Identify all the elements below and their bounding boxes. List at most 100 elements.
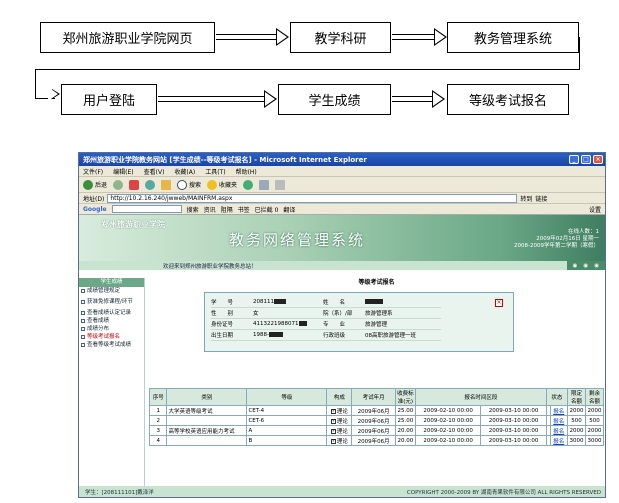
google-translate-button[interactable]: 翻译 <box>283 205 295 214</box>
stop-icon <box>129 179 140 190</box>
sidebar-item-exempt[interactable]: 获准免修课程/环节 <box>79 295 144 309</box>
search-icon <box>177 179 188 190</box>
flow-box-exam-registration: 等级考试报名 <box>447 84 569 115</box>
info-row: 性 别 女 院（系）/部 旅游管理系 <box>211 308 441 319</box>
welcome-text: 欢迎来到郑州旅游职业学院教务总站！ <box>163 263 257 270</box>
sidebar-item-exam-results[interactable]: 查看等级考试成绩 <box>79 341 144 349</box>
sidebar-item-distribution[interactable]: 成绩分布 <box>79 325 144 333</box>
flow-box-website: 郑州旅游职业学院网页 <box>40 22 215 53</box>
flow-connector <box>35 69 36 99</box>
google-search-button[interactable]: 搜索 <box>187 205 199 214</box>
bullet-icon <box>81 335 85 339</box>
maximize-button[interactable]: □ <box>581 155 591 164</box>
google-search-input[interactable] <box>111 205 182 213</box>
sidebar-header: 学生成绩 <box>79 278 144 287</box>
history-button[interactable] <box>243 179 254 190</box>
address-label: 地址(D) <box>83 195 105 203</box>
student-birthdate: 1988- <box>253 332 269 338</box>
favorites-button[interactable]: 收藏夹 <box>207 179 237 190</box>
menu-tools[interactable]: 工具(T) <box>205 167 225 176</box>
go-button[interactable]: 转到 <box>520 194 532 203</box>
refresh-icon <box>145 179 156 190</box>
google-popup-count[interactable]: 已拦截 0 <box>255 205 279 214</box>
forward-arrow-icon <box>113 179 124 190</box>
flow-connector <box>579 37 580 70</box>
register-link[interactable]: 报名 <box>549 425 569 436</box>
menu-view[interactable]: 查看(V) <box>144 167 165 176</box>
google-toolbar: Google 搜索 资讯 阻隔 书签 已拦截 0 翻译 设置 <box>79 204 605 215</box>
flow-arrow-shaft <box>392 34 436 40</box>
register-link[interactable]: 报名 <box>549 415 569 426</box>
menu-file[interactable]: 文件(F) <box>83 167 103 176</box>
stop-button[interactable] <box>129 179 140 190</box>
google-info-button[interactable]: 资讯 <box>204 205 216 214</box>
home-button[interactable] <box>161 179 172 190</box>
menu-help[interactable]: 帮助(H) <box>236 167 257 176</box>
school-logo-text: 郑州旅游职业学院 <box>101 219 165 229</box>
nav-home-icon[interactable]: ◉ <box>573 263 578 269</box>
photo-placeholder-icon: × <box>495 299 503 307</box>
table-row: 1 大学英语等级考试 CET-4 理论 2009年06月 25.00 2009-… <box>148 405 604 416</box>
current-term: 2008-2009学年第二学期（寒假） <box>514 243 599 249</box>
address-input[interactable]: http://10.2.16.240/jwweb/MAINFRM.aspx <box>107 193 518 203</box>
star-icon <box>207 179 218 190</box>
table-row: 4 B 理论 2009年06月 20.00 2009-02-10 00:00 2… <box>148 435 604 446</box>
checkbox[interactable] <box>330 438 336 444</box>
sidebar: 学生成绩 成绩管理规定 获准免修课程/环节 查看成绩认定记录 查看成绩 成绩分布… <box>79 278 145 488</box>
refresh-button[interactable] <box>145 179 156 190</box>
col-level: 等级 <box>246 388 328 406</box>
checkbox[interactable] <box>330 418 336 424</box>
bullet-icon <box>81 319 85 323</box>
search-button[interactable]: 搜索 <box>177 179 201 190</box>
close-button[interactable]: × <box>593 155 603 164</box>
footer-student: 学生：[208111101]戴泽洋 <box>85 489 154 496</box>
google-bookmark-button[interactable]: 书签 <box>238 205 250 214</box>
student-info-grid: 学 号 208111 姓 名 性 别 女 院（系）/部 旅游管理系 身份证号 4… <box>211 297 441 341</box>
site-banner: 郑州旅游职业学院 教务网络管理系统 在线人数：1 2009年02月16日 星期一… <box>79 215 605 261</box>
nav-logout-icon[interactable]: ◉ <box>594 263 599 269</box>
minimize-button[interactable]: _ <box>569 155 579 164</box>
bullet-icon <box>81 289 85 293</box>
sidebar-item-rules[interactable]: 成绩管理规定 <box>79 287 144 295</box>
main-content: 等级考试报名 学 号 208111 姓 名 性 别 女 院（系）/部 旅游管理系… <box>148 278 604 488</box>
title-bar: 郑州旅游职业学院教务网站 [学生成绩--等级考试报名] - Microsoft … <box>79 153 605 166</box>
redaction-mask <box>274 299 286 304</box>
bullet-icon <box>81 300 85 304</box>
back-button[interactable]: 后退 <box>83 179 107 190</box>
redaction-mask <box>298 321 307 326</box>
online-count: 在线人数：1 <box>568 229 599 235</box>
col-limit: 限定名额 <box>567 388 586 406</box>
exam-table: 序号 类别 等级 构成 考试年月 收费标准(元) 报名时间区段 状态 限定名额 … <box>148 388 604 446</box>
flow-box-login: 用户登陆 <box>61 84 157 115</box>
browser-window: 郑州旅游职业学院教务网站 [学生成绩--等级考试报名] - Microsoft … <box>78 152 606 498</box>
register-link[interactable]: 报名 <box>549 435 569 446</box>
google-blocked-button[interactable]: 阻隔 <box>221 205 233 214</box>
footer-copyright: COPYRIGHT 2000-2009 BY 湖南青果软件有限公司 ALL RI… <box>406 489 601 496</box>
sidebar-item-recognition[interactable]: 查看成绩认定记录 <box>79 309 144 317</box>
flow-arrow-head <box>264 90 277 108</box>
checkbox[interactable] <box>330 408 336 414</box>
table-header-row: 序号 类别 等级 构成 考试年月 收费标准(元) 报名时间区段 状态 限定名额 … <box>148 388 604 406</box>
google-settings-button[interactable]: 设置 <box>589 205 605 214</box>
col-remain: 剩余名额 <box>585 388 604 406</box>
back-arrow-icon <box>83 179 93 190</box>
bullet-icon <box>81 311 85 315</box>
nav-help-icon[interactable]: ◉ <box>583 263 588 269</box>
menu-edit[interactable]: 编辑(E) <box>113 167 133 176</box>
register-link[interactable]: 报名 <box>549 405 569 416</box>
print-button[interactable] <box>275 179 286 190</box>
links-label[interactable]: 链接 <box>535 194 547 203</box>
welcome-bar: 欢迎来到郑州旅游职业学院教务总站！ ◉ ◉ ◉ <box>79 261 605 270</box>
sidebar-item-exam-registration[interactable]: 等级考试报名 <box>79 333 144 341</box>
info-row: 身份证号 4113221988071 专 业 旅游管理 <box>211 319 441 330</box>
menu-favorites[interactable]: 收藏(A) <box>174 167 195 176</box>
mail-button[interactable] <box>259 179 270 190</box>
sidebar-item-view-grades[interactable]: 查看成绩 <box>79 317 144 325</box>
col-fee: 收费标准(元) <box>394 388 416 406</box>
student-department: 旅游管理系 <box>365 311 393 317</box>
student-name-redacted <box>365 299 383 304</box>
forward-button[interactable] <box>113 179 124 190</box>
redaction-mask <box>268 332 283 337</box>
checkbox[interactable] <box>330 428 336 434</box>
student-info-panel: 学 号 208111 姓 名 性 别 女 院（系）/部 旅游管理系 身份证号 4… <box>204 292 514 352</box>
